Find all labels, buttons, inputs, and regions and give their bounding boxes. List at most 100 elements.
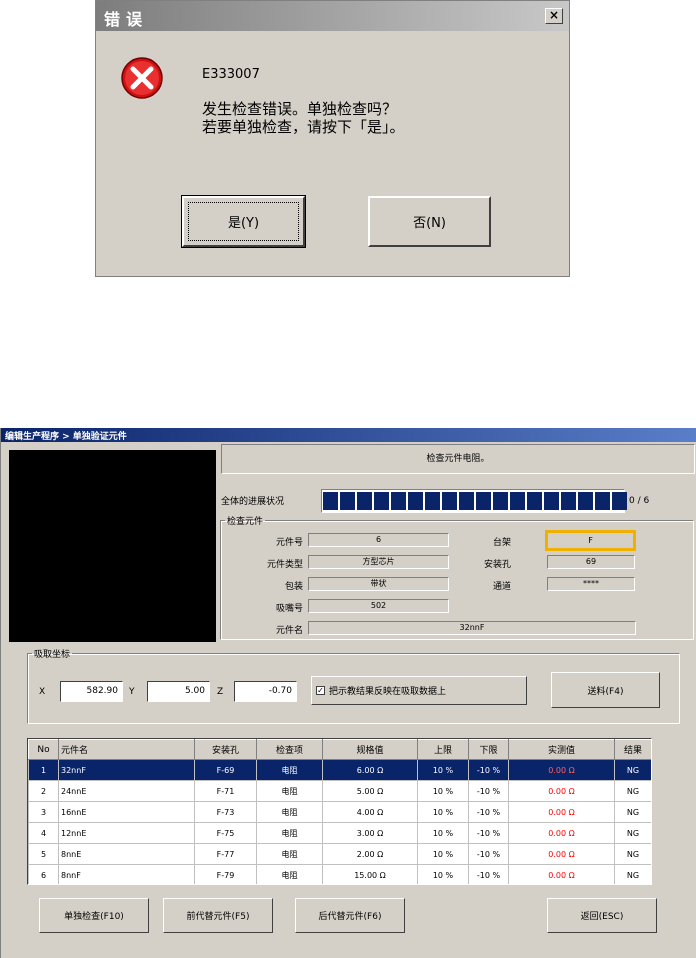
table-cell: 5 <box>28 843 59 865</box>
table-cell: 10 % <box>417 822 469 844</box>
table-cell: 24nnE <box>58 780 195 802</box>
table-cell: 0.00 Ω <box>508 780 615 802</box>
column-header[interactable]: 实测值 <box>508 739 615 760</box>
table-cell: 8nnE <box>58 843 195 865</box>
error-dialog: 错误 × E333007 发生检查错误。单独检查吗？ 若要单独检查，请按下「是」… <box>95 0 570 277</box>
table-cell: NG <box>614 864 651 884</box>
table-cell: 0.00 Ω <box>508 864 615 884</box>
table-cell: 电阻 <box>256 843 323 865</box>
progress-segment <box>391 492 406 510</box>
progress-segment <box>323 492 338 510</box>
x-input[interactable]: 582.90 <box>60 681 123 702</box>
channel-value: **** <box>547 577 635 591</box>
table-cell: 0.00 Ω <box>508 759 615 781</box>
dialog-title-bar[interactable]: 错误 × <box>96 1 569 31</box>
error-icon <box>121 57 163 99</box>
progress-segment <box>374 492 389 510</box>
progress-segment <box>544 492 559 510</box>
part-no-label: 元件号 <box>275 538 303 548</box>
part-no-value: 6 <box>308 533 449 547</box>
progress-segment <box>425 492 440 510</box>
table-cell: 0.00 Ω <box>508 801 615 823</box>
table-cell: 电阻 <box>256 780 323 802</box>
progress-segment <box>612 492 627 510</box>
progress-segment <box>510 492 525 510</box>
table-row[interactable]: 3 16nnE F-73 电阻 4.00 Ω 10 % -10 % 0.00 Ω NG <box>28 801 651 823</box>
package-label: 包装 <box>284 582 303 592</box>
table-cell: 电阻 <box>256 864 323 884</box>
feed-button[interactable]: 送料(F4) <box>551 672 660 708</box>
column-header[interactable]: 规格值 <box>322 739 418 760</box>
column-header[interactable]: 安装孔 <box>194 739 257 760</box>
table-cell: -10 % <box>468 801 509 823</box>
dialog-close-button[interactable]: × <box>545 8 563 24</box>
single-check-button[interactable]: 单独检查(F10) <box>39 898 149 933</box>
window-title: 编辑生产程序 > 单独验证元件 <box>5 432 127 442</box>
table-cell: 15.00 Ω <box>322 864 418 884</box>
progress-segment <box>527 492 542 510</box>
back-button[interactable]: 返回(ESC) <box>547 898 657 933</box>
table-cell: F-79 <box>194 864 257 884</box>
table-row[interactable]: 6 8nnF F-79 电阻 15.00 Ω 10 % -10 % 0.00 Ω NG <box>28 864 651 884</box>
error-message-line2: 若要单独检查，请按下「是」。 <box>202 118 405 136</box>
progress-segment <box>578 492 593 510</box>
table-cell: 10 % <box>417 759 469 781</box>
column-header[interactable]: 下限 <box>468 739 509 760</box>
progress-segment <box>493 492 508 510</box>
progress-bar <box>321 489 627 513</box>
table-cell: 2 <box>28 780 59 802</box>
table-row[interactable]: 5 8nnE F-77 电阻 2.00 Ω 10 % -10 % 0.00 Ω NG <box>28 843 651 865</box>
table-cell: 10 % <box>417 780 469 802</box>
progress-segment <box>408 492 423 510</box>
column-header[interactable]: No <box>28 739 59 760</box>
table-cell: 10 % <box>417 864 469 884</box>
table-cell: F-69 <box>194 759 257 781</box>
progress-segment <box>595 492 610 510</box>
progress-segment <box>561 492 576 510</box>
nozzle-label: 吸嘴号 <box>275 604 303 614</box>
table-cell: F-73 <box>194 801 257 823</box>
column-header[interactable]: 结果 <box>614 739 651 760</box>
table-cell: 电阻 <box>256 759 323 781</box>
table-cell: 12nnE <box>58 822 195 844</box>
table-cell: -10 % <box>468 780 509 802</box>
reflect-teach-checkbox[interactable]: ✓ 把示教结果反映在吸取数据上 <box>311 676 527 705</box>
next-alt-part-button[interactable]: 后代替元件(F6) <box>295 898 405 933</box>
column-header[interactable]: 元件名 <box>58 739 195 760</box>
table-cell: 1 <box>28 759 59 781</box>
table-cell: 0.00 Ω <box>508 822 615 844</box>
part-name-label: 元件名 <box>275 626 303 636</box>
rack-value: F <box>545 530 636 551</box>
table-row[interactable]: 1 32nnF F-69 电阻 6.00 Ω 10 % -10 % 0.00 Ω NG <box>28 759 651 781</box>
table-cell: 8nnF <box>58 864 195 884</box>
progress-count: 0 / 6 <box>629 496 650 506</box>
channel-label: 通道 <box>492 582 511 592</box>
table-row[interactable]: 2 24nnE F-71 电阻 5.00 Ω 10 % -10 % 0.00 Ω NG <box>28 780 651 802</box>
progress-segment <box>357 492 372 510</box>
column-header[interactable]: 上限 <box>417 739 469 760</box>
no-button[interactable]: 否(N) <box>368 196 491 247</box>
table-cell: 16nnE <box>58 801 195 823</box>
status-message: 检查元件电阻。 <box>221 444 695 474</box>
reflect-teach-label: 把示教结果反映在吸取数据上 <box>329 687 447 697</box>
y-input[interactable]: 5.00 <box>147 681 210 702</box>
focus-ring <box>188 202 299 241</box>
table-cell: 5.00 Ω <box>322 780 418 802</box>
table-cell: 3.00 Ω <box>322 822 418 844</box>
table-cell: 6.00 Ω <box>322 759 418 781</box>
table-cell: F-71 <box>194 780 257 802</box>
camera-view <box>9 450 216 642</box>
prev-alt-part-button[interactable]: 前代替元件(F5) <box>163 898 273 933</box>
table-cell: 电阻 <box>256 822 323 844</box>
package-value: 带状 <box>308 577 449 591</box>
pickup-coord-legend: 吸取坐标 <box>34 650 71 660</box>
table-row[interactable]: 4 12nnE F-75 电阻 3.00 Ω 10 % -10 % 0.00 Ω NG <box>28 822 651 844</box>
error-code: E333007 <box>202 67 260 82</box>
nozzle-value: 502 <box>308 599 449 613</box>
table-header: No 元件名 安装孔 检查项 规格值 上限 下限 实测值 结果 <box>28 739 651 760</box>
column-header[interactable]: 检查项 <box>256 739 323 760</box>
yes-button[interactable]: 是(Y) <box>181 195 306 248</box>
table-cell: -10 % <box>468 759 509 781</box>
rack-label: 台架 <box>492 538 511 548</box>
z-input[interactable]: -0.70 <box>234 681 297 702</box>
